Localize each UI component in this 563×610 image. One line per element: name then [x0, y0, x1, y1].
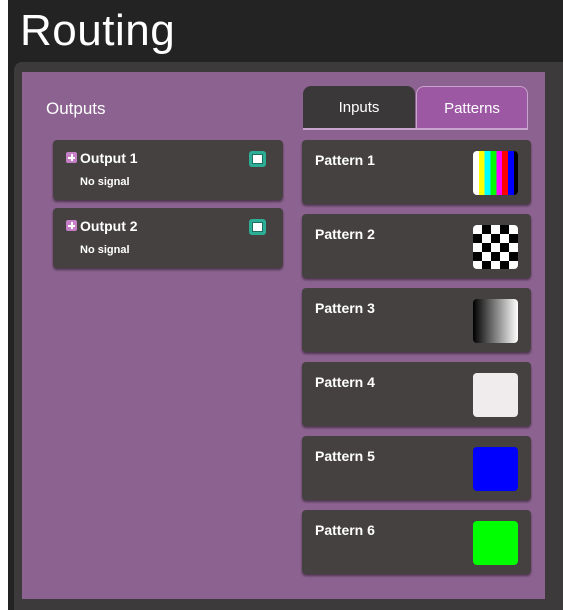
output-status: No signal [80, 176, 130, 188]
pattern-name: Pattern 2 [315, 226, 375, 242]
tab-inputs[interactable]: Inputs [303, 86, 415, 128]
tab-patterns[interactable]: Patterns [416, 86, 528, 128]
solid-color-thumbnail [473, 447, 518, 491]
solid-color-thumbnail [473, 521, 518, 565]
pattern-name: Pattern 4 [315, 374, 375, 390]
pattern-name: Pattern 5 [315, 448, 375, 464]
routing-app: Routing Outputs Output 1 No signal Outpu… [8, 0, 563, 610]
page-title: Routing [20, 6, 176, 55]
pattern-name: Pattern 3 [315, 300, 375, 316]
pattern-name: Pattern 1 [315, 152, 375, 168]
pattern-card-5[interactable]: Pattern 5 [302, 436, 531, 500]
color-bars-thumbnail [473, 151, 518, 195]
output-card-1[interactable]: Output 1 No signal [53, 140, 283, 200]
expand-plus-icon[interactable] [66, 220, 77, 231]
solid-color-thumbnail [473, 373, 518, 417]
output-status: No signal [80, 244, 130, 256]
expand-plus-icon[interactable] [66, 152, 77, 163]
pattern-card-3[interactable]: Pattern 3 [302, 288, 531, 352]
output-name: Output 2 [80, 218, 138, 234]
gradient-thumbnail [473, 299, 518, 343]
output-card-2[interactable]: Output 2 No signal [53, 208, 283, 268]
pattern-name: Pattern 6 [315, 522, 375, 538]
monitor-icon [249, 151, 266, 167]
pattern-card-2[interactable]: Pattern 2 [302, 214, 531, 278]
pattern-card-1[interactable]: Pattern 1 [302, 140, 531, 204]
monitor-icon [249, 219, 266, 235]
pattern-card-4[interactable]: Pattern 4 [302, 362, 531, 426]
output-name: Output 1 [80, 150, 138, 166]
checkerboard-thumbnail [473, 225, 518, 269]
tab-underline [303, 128, 528, 130]
outputs-heading: Outputs [46, 99, 106, 118]
pattern-card-6[interactable]: Pattern 6 [302, 510, 531, 574]
